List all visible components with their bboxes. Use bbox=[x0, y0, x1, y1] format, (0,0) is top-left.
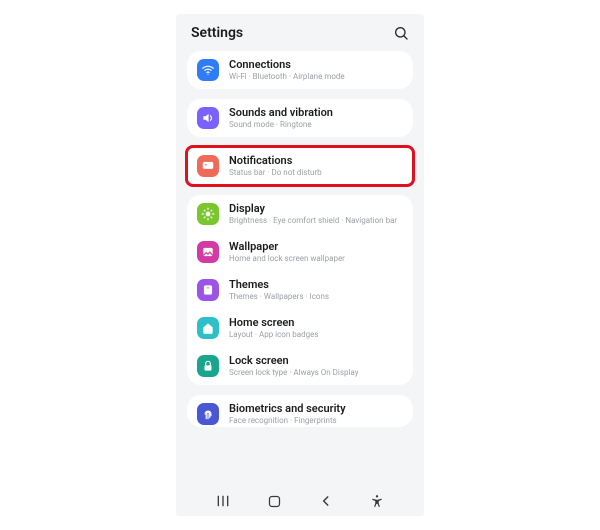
settings-item-subtitle: Home and lock screen wallpaper bbox=[229, 254, 345, 263]
settings-item-subtitle: Sound mode · Ringtone bbox=[229, 120, 333, 129]
settings-item-subtitle: Face recognition · Fingerprints bbox=[229, 416, 346, 425]
home-button[interactable] bbox=[260, 487, 288, 515]
settings-item-text: ConnectionsWi-Fi · Bluetooth · Airplane … bbox=[229, 59, 345, 81]
settings-item-sounds[interactable]: Sounds and vibrationSound mode · Rington… bbox=[187, 99, 413, 137]
settings-item-biometrics[interactable]: Biometrics and securityFace recognition … bbox=[187, 395, 413, 427]
settings-item-connections[interactable]: ConnectionsWi-Fi · Bluetooth · Airplane … bbox=[187, 51, 413, 89]
settings-item-text: WallpaperHome and lock screen wallpaper bbox=[229, 241, 345, 263]
settings-item-text: ThemesThemes · Wallpapers · Icons bbox=[229, 279, 329, 301]
settings-item-title: Display bbox=[229, 203, 397, 216]
fingerprint-icon bbox=[197, 403, 219, 425]
settings-item-title: Sounds and vibration bbox=[229, 107, 333, 120]
lock-icon bbox=[197, 355, 219, 377]
image-icon bbox=[197, 241, 219, 263]
settings-item-subtitle: Brightness · Eye comfort shield · Naviga… bbox=[229, 216, 397, 225]
settings-item-text: NotificationsStatus bar · Do not disturb bbox=[229, 155, 322, 177]
recents-button[interactable] bbox=[209, 487, 237, 515]
settings-item-title: Wallpaper bbox=[229, 241, 345, 254]
settings-item-title: Themes bbox=[229, 279, 329, 292]
accessibility-button[interactable] bbox=[363, 487, 391, 515]
volume-icon bbox=[197, 107, 219, 129]
settings-item-text: Lock screenScreen lock type · Always On … bbox=[229, 355, 359, 377]
settings-item-wallpaper[interactable]: WallpaperHome and lock screen wallpaper bbox=[187, 233, 413, 271]
home-icon bbox=[197, 317, 219, 339]
settings-group: Sounds and vibrationSound mode · Rington… bbox=[187, 99, 413, 137]
settings-item-text: Biometrics and securityFace recognition … bbox=[229, 403, 346, 425]
settings-group: Biometrics and securityFace recognition … bbox=[187, 395, 413, 427]
settings-item-title: Notifications bbox=[229, 155, 322, 168]
bell-icon bbox=[197, 155, 219, 177]
navigation-bar bbox=[177, 487, 423, 515]
settings-group: NotificationsStatus bar · Do not disturb bbox=[187, 147, 413, 185]
app-header: Settings bbox=[177, 15, 423, 51]
settings-item-subtitle: Layout · App icon badges bbox=[229, 330, 318, 339]
settings-group: ConnectionsWi-Fi · Bluetooth · Airplane … bbox=[187, 51, 413, 89]
settings-item-themes[interactable]: ThemesThemes · Wallpapers · Icons bbox=[187, 271, 413, 309]
settings-item-title: Biometrics and security bbox=[229, 403, 346, 416]
back-button[interactable] bbox=[312, 487, 340, 515]
settings-item-display[interactable]: DisplayBrightness · Eye comfort shield ·… bbox=[187, 195, 413, 233]
settings-group: DisplayBrightness · Eye comfort shield ·… bbox=[187, 195, 413, 385]
settings-item-notifications[interactable]: NotificationsStatus bar · Do not disturb bbox=[187, 147, 413, 185]
settings-item-subtitle: Status bar · Do not disturb bbox=[229, 168, 322, 177]
settings-item-text: Sounds and vibrationSound mode · Rington… bbox=[229, 107, 333, 129]
palette-icon bbox=[197, 279, 219, 301]
settings-item-homescreen[interactable]: Home screenLayout · App icon badges bbox=[187, 309, 413, 347]
settings-list: ConnectionsWi-Fi · Bluetooth · Airplane … bbox=[177, 51, 423, 515]
search-icon[interactable] bbox=[393, 25, 409, 41]
sun-icon bbox=[197, 203, 219, 225]
settings-item-subtitle: Themes · Wallpapers · Icons bbox=[229, 292, 329, 301]
stage: Settings ConnectionsWi-Fi · Bluetooth · … bbox=[0, 0, 600, 530]
wifi-icon bbox=[197, 59, 219, 81]
settings-item-title: Home screen bbox=[229, 317, 318, 330]
phone-frame: Settings ConnectionsWi-Fi · Bluetooth · … bbox=[177, 15, 423, 515]
settings-item-text: DisplayBrightness · Eye comfort shield ·… bbox=[229, 203, 397, 225]
settings-item-title: Lock screen bbox=[229, 355, 359, 368]
settings-item-lockscreen[interactable]: Lock screenScreen lock type · Always On … bbox=[187, 347, 413, 385]
page-title: Settings bbox=[191, 25, 243, 41]
settings-item-text: Home screenLayout · App icon badges bbox=[229, 317, 318, 339]
settings-item-subtitle: Wi-Fi · Bluetooth · Airplane mode bbox=[229, 72, 345, 81]
settings-item-subtitle: Screen lock type · Always On Display bbox=[229, 368, 359, 377]
settings-item-title: Connections bbox=[229, 59, 345, 72]
